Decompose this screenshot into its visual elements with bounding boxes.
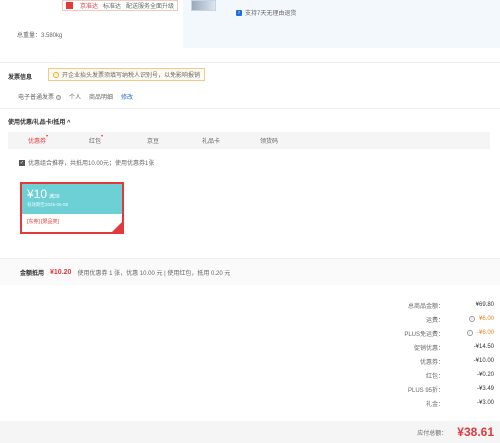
coupon-summary: 金额抵用 ¥10.20 使用优惠券 1 张，优惠 10.00 元 | 使用红包，… (0, 258, 500, 285)
total-row: 红包： -¥0.20 (425, 372, 494, 380)
order-totals: 总商品金额： ¥69.80 运费： i ¥6.00 PLUS免运费： i -¥6.00 促… (324, 298, 494, 410)
tab-redeem-code[interactable]: 领货码 (240, 136, 298, 145)
return-policy-text: 支持7天无理由退货 (245, 11, 297, 17)
new-dot-icon: • (46, 134, 49, 140)
help-icon[interactable]: ? (56, 95, 62, 100)
payable-label: 应付总额： (417, 430, 448, 437)
product-thumbnail[interactable] (191, 0, 216, 11)
invoice-type: 电子普通发票? (18, 95, 62, 101)
divider (0, 62, 500, 63)
total-row: PLUS 95折： -¥3.49 (407, 386, 494, 394)
total-row: 总商品金额： ¥69.80 (407, 302, 494, 310)
divider (0, 108, 500, 109)
delivery-upgrade-label: 配送服务全面升级 (126, 4, 175, 10)
coupon-card[interactable]: ¥10 满39 有效期至2025-05-08 [东券] [限品类] (20, 182, 124, 234)
shipping-badges[interactable]: 京准达 标准达 配送服务全面升级 (62, 0, 179, 11)
coupon-threshold: 满39 (49, 194, 60, 200)
top-section: 京准达 标准达 配送服务全面升级 总重量：3.580kg 7 支持7天无理由退货 (0, 0, 500, 62)
coupon-tabs: 优惠券 • 红包 • 京豆 礼品卡 领货码 (8, 132, 490, 149)
payable-total: ¥38.61 (457, 425, 494, 439)
summary-label: 金额抵用 (20, 270, 45, 277)
invoice-owner: 个人 (69, 95, 82, 101)
return-policy: 7 支持7天无理由退货 (236, 8, 296, 17)
coupon-card-top: ¥10 满39 有效期至2025-05-08 (22, 184, 122, 214)
return-badge-icon: 7 (236, 9, 242, 16)
summary-detail: 使用优惠券 1 张，优惠 10.00 元 | 使用红包，抵用 0.20 元 (77, 270, 231, 277)
coupon-section-title[interactable]: 使用优惠/礼品卡/抵用 ^ (8, 117, 71, 126)
coupon-limit: [东券] [限品类] (27, 219, 59, 225)
summary-amount: ¥10.20 (50, 268, 72, 276)
selected-check-icon (112, 222, 122, 232)
total-row: 优惠券： -¥10.00 (419, 358, 494, 366)
new-dot-icon: • (101, 134, 104, 140)
tab-gift-cards[interactable]: 礼品卡 (182, 136, 240, 145)
total-row: 礼金： -¥3.00 (425, 400, 494, 408)
total-row: 促销优惠： -¥14.50 (413, 344, 494, 352)
total-row: 运费： i ¥6.00 (425, 316, 494, 324)
total-weight: 总重量：3.580kg (17, 33, 63, 39)
invoice-tip: ! 开企业抬头发票须填写纳税人识别号，以免影响报销 (48, 68, 206, 81)
tab-red-packets[interactable]: 红包 • (66, 134, 124, 145)
coupon-validity: 有效期至2025-05-08 (27, 202, 69, 207)
invoice-detail: 商品明细 (89, 95, 114, 101)
combo-checkbox[interactable]: ✓ (19, 159, 25, 166)
invoice-tip-text: 开企业抬头发票须填写纳税人识别号，以免影响报销 (62, 73, 201, 79)
coupon-amount: ¥10 满39 (27, 187, 60, 201)
info-icon[interactable]: i (468, 316, 475, 322)
product-panel: 7 支持7天无理由退货 (183, 0, 500, 48)
payable-bar: 应付总额： ¥38.61 (0, 421, 500, 443)
info-icon[interactable]: i (466, 330, 473, 336)
tab-jd-beans[interactable]: 京豆 (124, 136, 182, 145)
shipping-panel: 京准达 标准达 配送服务全面升级 总重量：3.580kg (8, 0, 183, 62)
jd-flag-icon (66, 2, 73, 9)
invoice-title: 发票信息 (8, 75, 33, 81)
tip-info-icon: ! (53, 71, 59, 78)
standard-delivery-label: 标准达 (103, 4, 122, 10)
tab-coupons[interactable]: 优惠券 • (8, 134, 66, 145)
total-row: PLUS免运费： i -¥6.00 (404, 330, 494, 338)
coupon-combo-row: ✓ 优惠组合推荐，共抵用10.00元；使用优惠券1张 (19, 158, 154, 167)
jd-delivery-label: 京准达 (80, 4, 99, 10)
invoice-edit-link[interactable]: 修改 (121, 92, 133, 101)
combo-text: 优惠组合推荐，共抵用10.00元；使用优惠券1张 (28, 161, 155, 167)
invoice-details: 电子普通发票? 个人 商品明细 修改 (18, 92, 133, 101)
